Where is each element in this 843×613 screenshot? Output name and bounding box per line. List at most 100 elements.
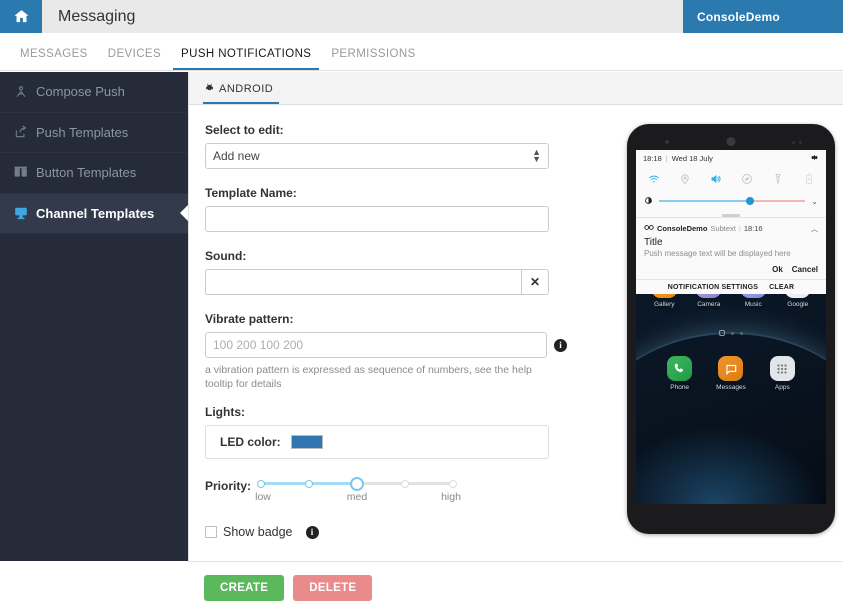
slider-label-med: med <box>346 491 368 504</box>
delete-button[interactable]: DELETE <box>293 574 373 601</box>
status-time: 18:18 <box>643 154 662 163</box>
notification-title: Title <box>644 236 663 248</box>
tab-messages[interactable]: MESSAGES <box>12 48 96 70</box>
vibrate-field-row: i <box>205 332 567 358</box>
led-color-label: LED color: <box>220 435 281 450</box>
sidebar-item-button-templates[interactable]: Button Templates <box>0 153 188 194</box>
close-icon: ✕ <box>529 275 541 289</box>
app-label-apps: Apps <box>774 384 790 391</box>
slider-handle[interactable] <box>350 476 365 491</box>
brightness-icon <box>644 192 653 210</box>
select-to-edit-dropdown[interactable]: Add new <box>205 143 549 169</box>
wifi-icon[interactable] <box>645 170 662 187</box>
notification-action-cancel[interactable]: Cancel <box>792 265 818 274</box>
sound-input[interactable] <box>205 269 521 295</box>
template-name-input[interactable] <box>205 206 549 232</box>
app-label-phone: Phone <box>670 384 690 391</box>
android-icon <box>205 83 214 95</box>
notification-body: Push message text will be displayed here <box>644 248 791 258</box>
notification-divider: | <box>738 224 741 233</box>
priority-section: Priority: low med high <box>205 475 545 507</box>
sidebar-bottom-spacer <box>0 561 188 613</box>
compose-push-icon <box>14 85 36 99</box>
nav-tabs: MESSAGES DEVICES PUSH NOTIFICATIONS PERM… <box>0 33 843 71</box>
notification-action-ok[interactable]: Ok <box>772 265 783 274</box>
create-button[interactable]: CREATE <box>204 574 285 601</box>
clear-notifications-button[interactable]: CLEAR <box>769 284 794 291</box>
app-messages[interactable]: Messages <box>714 356 748 391</box>
page-dot-icon-3 <box>740 331 743 335</box>
brightness-knob[interactable] <box>745 197 754 205</box>
shazam-icon[interactable] <box>738 170 755 187</box>
front-camera-icon <box>726 137 736 146</box>
lights-box: LED color: <box>205 425 549 460</box>
sidebar-label-compose-push: Compose Push <box>36 84 125 100</box>
show-badge-checkbox[interactable] <box>205 526 217 539</box>
flashlight-icon[interactable] <box>769 170 786 187</box>
chevron-up-icon[interactable]: ︿ <box>811 224 818 234</box>
notification-card[interactable]: ConsoleDemo Subtext | 18:16 ︿ Title Push… <box>636 216 826 280</box>
notification-subtext: Subtext <box>710 224 736 233</box>
location-icon[interactable] <box>676 170 693 187</box>
tab-permissions[interactable]: PERMISSIONS <box>323 48 423 70</box>
tab-devices[interactable]: DEVICES <box>100 48 169 70</box>
sidebar-item-compose-push[interactable]: Compose Push <box>0 72 188 113</box>
home-page-indicator <box>636 330 826 336</box>
brightness-slider[interactable] <box>659 197 806 205</box>
notification-actions: Ok Cancel <box>644 265 818 274</box>
notification-app-name: ConsoleDemo <box>657 224 708 233</box>
sensor-dot-icon-2 <box>799 141 802 144</box>
priority-label: Priority: <box>205 479 252 494</box>
app-label-messages: Messages <box>716 384 746 391</box>
slider-tick-1[interactable] <box>305 479 314 488</box>
notification-time: 18:16 <box>743 224 763 233</box>
sound-field-row: ✕ <box>205 269 549 295</box>
home-button[interactable] <box>0 0 42 33</box>
sidebar-label-button-templates: Button Templates <box>36 165 137 181</box>
sidebar-item-channel-templates[interactable]: Channel Templates <box>0 193 189 234</box>
sound-clear-button[interactable]: ✕ <box>521 269 549 295</box>
sound-icon[interactable] <box>707 170 724 187</box>
priority-slider[interactable]: low med high <box>255 475 461 507</box>
phone-preview: Gallery Camera Music Google Phone Messag… <box>627 124 835 534</box>
info-icon[interactable]: i <box>554 338 567 352</box>
slider-tick-3[interactable] <box>401 479 410 488</box>
sidebar-item-push-templates[interactable]: Push Templates <box>0 113 188 153</box>
brightness-row: ⌄ <box>636 189 826 210</box>
share-arrow-icon <box>14 125 36 139</box>
vibrate-pattern-label: Vibrate pattern: <box>205 312 294 326</box>
tab-push-notifications[interactable]: PUSH NOTIFICATIONS <box>173 48 320 70</box>
power-saving-icon[interactable] <box>800 170 817 187</box>
channel-template-form: Select to edit: Add new ▲ ▼ Template Name… <box>189 105 567 539</box>
app-badge-icon <box>644 224 654 233</box>
channel-monitor-icon <box>14 206 36 220</box>
slider-tick-4[interactable] <box>449 479 458 488</box>
chevron-down-icon[interactable]: ⌄ <box>811 197 818 206</box>
app-label-camera: Camera <box>697 301 721 308</box>
select-to-edit-label: Select to edit: <box>205 123 284 137</box>
quick-settings-row <box>636 167 826 189</box>
app-row-dock: Phone Messages Apps <box>636 356 826 391</box>
slider-tick-0[interactable] <box>257 479 266 488</box>
vibrate-pattern-input[interactable] <box>205 332 547 358</box>
sidebar-label-channel-templates: Channel Templates <box>36 205 155 221</box>
brightness-fill <box>659 200 750 202</box>
status-date: Wed 18 July <box>671 154 713 163</box>
vibrate-help-text: a vibration pattern is expressed as sequ… <box>205 364 532 391</box>
notification-settings-button[interactable]: NOTIFICATION SETTINGS <box>668 284 758 291</box>
console-tab[interactable]: ConsoleDemo <box>683 0 843 33</box>
home-page-dot-icon <box>719 330 725 336</box>
info-icon[interactable]: i <box>305 525 319 539</box>
tab-android[interactable]: ANDROID <box>203 83 280 104</box>
buttons-icon <box>14 166 36 179</box>
sidebar-label-push-templates: Push Templates <box>36 124 129 140</box>
app-label-music: Music <box>744 301 762 308</box>
app-phone[interactable]: Phone <box>663 356 697 391</box>
app-label-gallery: Gallery <box>653 301 675 308</box>
app-label-google: Google <box>787 301 809 308</box>
gear-icon[interactable] <box>810 153 819 164</box>
app-apps-grid[interactable]: Apps <box>765 356 799 391</box>
page-dot-icon-2 <box>731 331 734 335</box>
status-bar: 18:18 | Wed 18 July <box>636 150 826 167</box>
led-color-swatch[interactable] <box>290 435 323 450</box>
